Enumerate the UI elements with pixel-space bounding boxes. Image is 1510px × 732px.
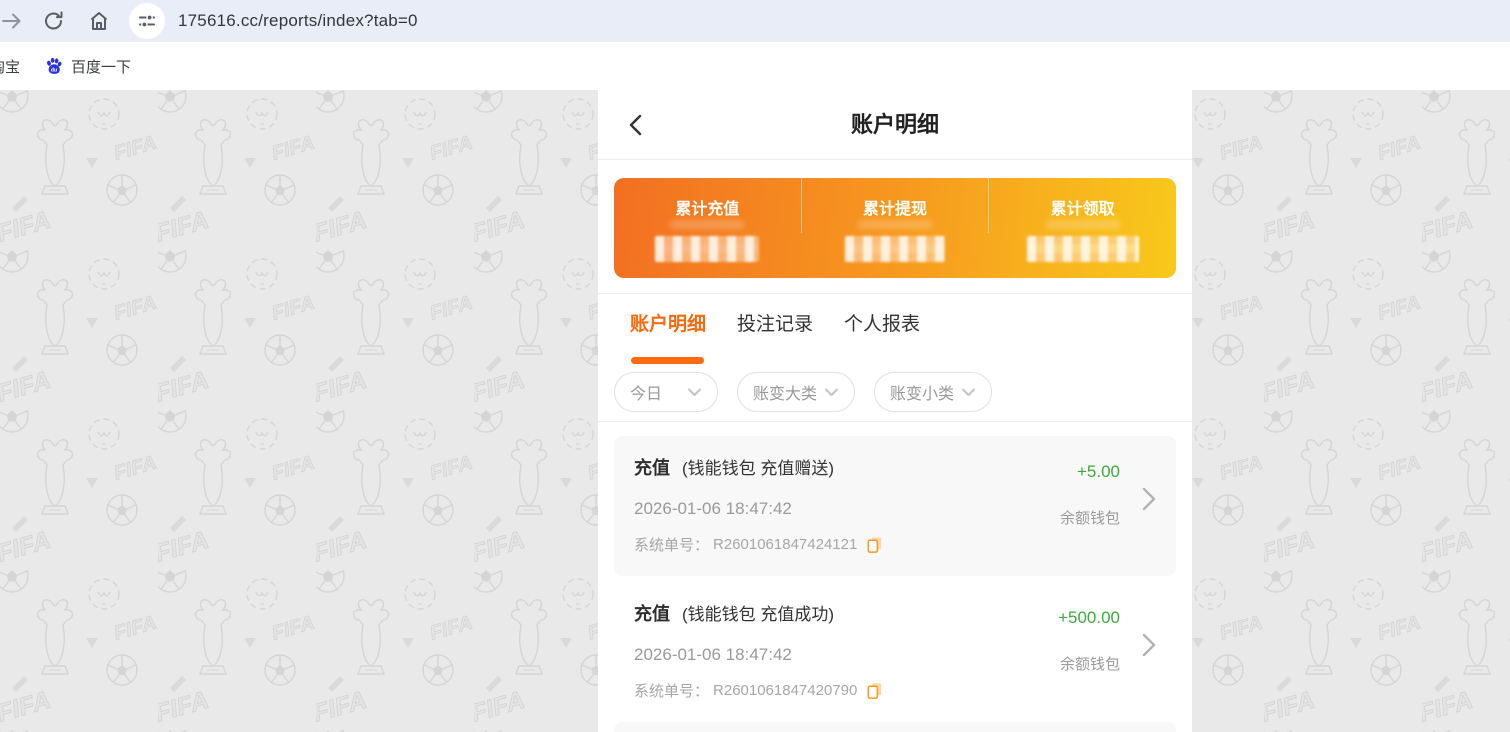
transaction-wallet: 余额钱包 [1059, 656, 1120, 673]
transaction-row[interactable]: 充值 (钱能钱包 充值赠送) 2026-01-06 18:47:42 系统单号：… [614, 436, 1176, 576]
summary-total-deposit: 累计充值 [614, 178, 801, 278]
transaction-amount: +5.00 [1076, 462, 1120, 481]
filter-label: 账变小类 [890, 386, 955, 403]
svg-text:du: du [51, 67, 58, 73]
transaction-type: 充值 [634, 458, 670, 478]
bookmark-label: 百度一下 [71, 58, 132, 76]
filter-major-type-dropdown[interactable]: 账变大类 [737, 372, 855, 412]
transaction-wallet: 余额钱包 [1059, 510, 1120, 527]
transaction-detail: (钱能钱包 充值赠送) [682, 459, 835, 478]
copy-icon[interactable] [865, 681, 884, 700]
filter-label: 今日 [630, 386, 663, 403]
bookmark-taobao[interactable]: 淘宝 [0, 42, 20, 90]
filter-row: 今日 账变大类 账变小类 [614, 372, 992, 412]
filter-date-dropdown[interactable]: 今日 [614, 372, 718, 412]
bookmark-label: 淘宝 [0, 58, 21, 76]
tab-bet-records[interactable]: 投注记录 [737, 312, 813, 338]
tab-account-detail[interactable]: 账户明细 [630, 312, 706, 338]
summary-total-claim: 累计领取 [988, 178, 1177, 278]
summary-label: 累计领取 [1050, 201, 1115, 218]
tabs: 账户明细 投注记录 个人报表 [630, 312, 920, 338]
filter-label: 账变大类 [753, 386, 818, 403]
reload-icon[interactable] [42, 9, 66, 33]
masked-value [655, 236, 760, 262]
masked-blur [670, 220, 745, 229]
screen: 175616.cc/reports/index?tab=0 淘宝 du 百度一下 [0, 0, 1510, 732]
order-number: R2601061847424121 [713, 536, 858, 553]
masked-blur [1045, 220, 1120, 229]
transaction-row[interactable] [614, 722, 1176, 732]
account-detail-panel: 账户明细 累计充值 累计提现 累计领取 账户明细 投注记录 个人报表 今日 账变… [598, 90, 1192, 732]
chevron-right-icon [1142, 633, 1156, 657]
site-settings-chip[interactable] [129, 3, 165, 39]
transaction-detail: (钱能钱包 充值成功) [682, 605, 835, 624]
section-divider [598, 421, 1192, 422]
masked-blur [858, 220, 932, 229]
summary-card: 累计充值 累计提现 累计领取 [614, 178, 1177, 278]
filter-minor-type-dropdown[interactable]: 账变小类 [874, 372, 992, 412]
chevron-down-icon [688, 388, 701, 396]
masked-value [845, 236, 945, 262]
section-divider [598, 293, 1192, 294]
bookmark-baidu[interactable]: du 百度一下 [44, 42, 131, 90]
tab-personal-report[interactable]: 个人报表 [844, 312, 920, 338]
active-tab-indicator [631, 357, 704, 364]
summary-label: 累计提现 [863, 201, 928, 218]
copy-icon[interactable] [865, 535, 884, 554]
order-number: R2601061847420790 [713, 682, 858, 699]
summary-total-withdraw: 累计提现 [800, 178, 989, 278]
order-label: 系统单号： [634, 683, 710, 700]
tune-icon [139, 14, 155, 28]
chevron-down-icon [825, 388, 838, 396]
home-icon[interactable] [87, 9, 111, 33]
transaction-row[interactable]: 充值 (钱能钱包 充值成功) 2026-01-06 18:47:42 系统单号：… [614, 582, 1176, 722]
page-header: 账户明细 [598, 90, 1192, 160]
address-bar[interactable]: 175616.cc/reports/index?tab=0 [178, 0, 418, 42]
baidu-paw-icon: du [47, 57, 62, 74]
bookmarks-bar: 淘宝 du 百度一下 [0, 42, 1510, 90]
masked-value [1026, 236, 1139, 262]
chevron-down-icon [962, 388, 975, 396]
browser-toolbar: 175616.cc/reports/index?tab=0 [0, 0, 1510, 42]
order-label: 系统单号： [634, 537, 710, 554]
summary-label: 累计充值 [675, 201, 740, 218]
transaction-amount: +500.00 [1058, 608, 1120, 627]
chevron-right-icon [1142, 487, 1156, 511]
page-title: 账户明细 [850, 112, 939, 137]
forward-icon[interactable] [0, 9, 24, 33]
transaction-type: 充值 [634, 604, 670, 624]
